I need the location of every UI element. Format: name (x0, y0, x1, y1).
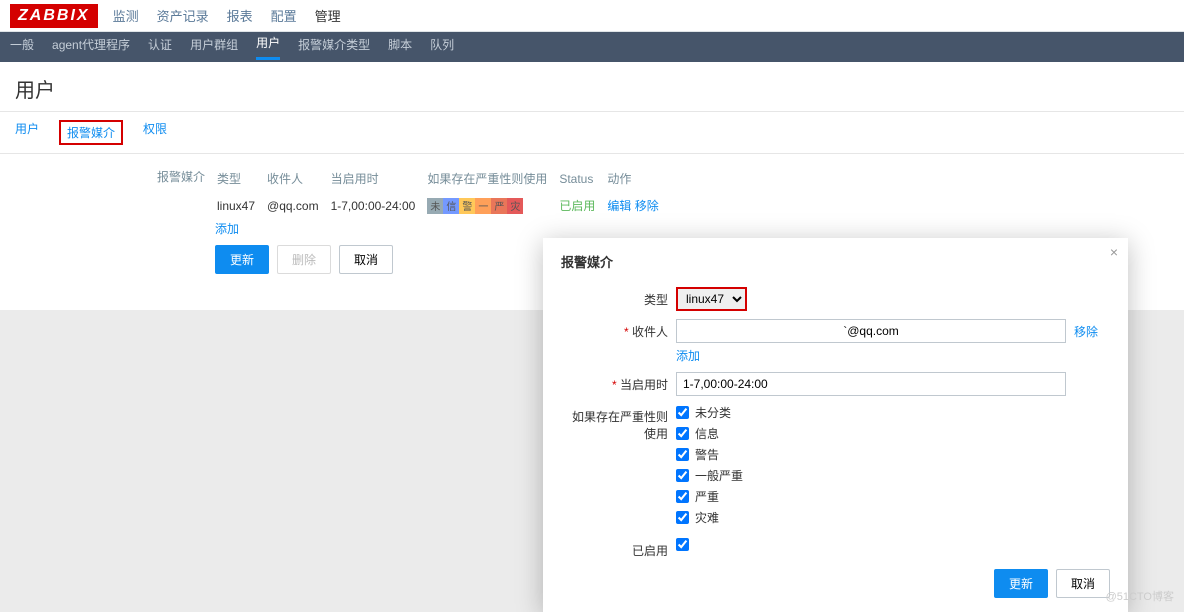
media-modal: × 报警媒介 类型 linux47 收件人 移除 添加 当启用时 如果存在严重性… (543, 238, 1128, 612)
table-header-row: 类型 收件人 当启用时 如果存在严重性则使用 Status 动作 (217, 166, 669, 191)
update-button[interactable]: 更新 (215, 245, 269, 274)
severity-checkbox[interactable] (676, 511, 689, 524)
sub-menu: 一般 agent代理程序 认证 用户群组 用户 报警媒介类型 脚本 队列 (0, 32, 1184, 62)
watermark: @51CTO博客 (1106, 588, 1174, 604)
media-table: 类型 收件人 当启用时 如果存在严重性则使用 Status 动作 linux47… (215, 164, 671, 220)
severity-block: 未 (427, 198, 443, 214)
th-when: 当启用时 (331, 166, 426, 191)
delete-button: 删除 (277, 245, 331, 274)
top-menu: 监测 资产记录 报表 配置 管理 (113, 6, 341, 25)
tabs-container: 用户 报警媒介 权限 (0, 112, 1184, 154)
topmenu-monitoring[interactable]: 监测 (113, 6, 139, 25)
severity-block: 警 (459, 198, 475, 214)
page-header: 用户 (0, 62, 1184, 112)
submenu-auth[interactable]: 认证 (148, 36, 172, 59)
th-type: 类型 (217, 166, 265, 191)
cell-severity: 未信警一严灾 (427, 193, 557, 218)
add-media-link[interactable]: 添加 (215, 222, 239, 236)
status-enabled: 已启用 (559, 199, 595, 213)
modal-type-label: 类型 (561, 287, 676, 308)
cell-type: linux47 (217, 193, 265, 218)
severity-block: 严 (491, 198, 507, 214)
media-section-label: 报警媒介 (15, 164, 215, 185)
close-icon[interactable]: × (1110, 244, 1118, 260)
severity-checkbox-row: 一般严重 (676, 467, 1110, 484)
tab-user[interactable]: 用户 (15, 120, 39, 145)
cell-actions: 编辑 移除 (607, 193, 668, 218)
th-severity: 如果存在严重性则使用 (427, 166, 557, 191)
submenu-scripts[interactable]: 脚本 (388, 36, 412, 59)
severity-checkbox[interactable] (676, 448, 689, 461)
modal-when-label: 当启用时 (561, 372, 676, 393)
page-title: 用户 (15, 74, 1169, 103)
severity-checkbox-row: 未分类 (676, 404, 1110, 421)
modal-remove-link[interactable]: 移除 (1074, 323, 1098, 340)
severity-block: 灾 (507, 198, 523, 214)
submenu-general[interactable]: 一般 (10, 36, 34, 59)
topmenu-admin[interactable]: 管理 (315, 6, 341, 25)
submenu-proxies[interactable]: agent代理程序 (52, 36, 130, 59)
th-recipient: 收件人 (267, 166, 329, 191)
submenu-mediatypes[interactable]: 报警媒介类型 (298, 36, 370, 59)
recipient-input[interactable] (676, 319, 1066, 343)
enabled-checkbox[interactable] (676, 538, 689, 551)
table-row: linux47 @qq.com 1-7,00:00-24:00 未信警一严灾 已… (217, 193, 669, 218)
th-action: 动作 (607, 166, 668, 191)
cell-recipient: @qq.com (267, 193, 329, 218)
modal-recipient-label: 收件人 (561, 319, 676, 340)
severity-block: 信 (443, 198, 459, 214)
modal-add-link[interactable]: 添加 (676, 347, 700, 364)
tab-permissions[interactable]: 权限 (143, 120, 167, 145)
tab-media[interactable]: 报警媒介 (59, 120, 123, 145)
topmenu-reports[interactable]: 报表 (227, 6, 253, 25)
submenu-usergroups[interactable]: 用户群组 (190, 36, 238, 59)
topmenu-inventory[interactable]: 资产记录 (157, 6, 209, 25)
remove-link[interactable]: 移除 (635, 199, 659, 213)
severity-checkbox[interactable] (676, 469, 689, 482)
type-select[interactable]: linux47 (676, 287, 747, 311)
modal-cancel-button[interactable]: 取消 (1056, 569, 1110, 598)
logo: ZABBIX (10, 4, 98, 28)
severity-checkbox-label: 严重 (695, 488, 719, 505)
severity-checkbox[interactable] (676, 427, 689, 440)
top-bar: ZABBIX 监测 资产记录 报表 配置 管理 (0, 0, 1184, 32)
severity-checkbox-label: 警告 (695, 446, 719, 463)
topmenu-config[interactable]: 配置 (271, 6, 297, 25)
severity-block: 一 (475, 198, 491, 214)
when-input[interactable] (676, 372, 1066, 396)
severity-checkbox[interactable] (676, 490, 689, 503)
submenu-users[interactable]: 用户 (256, 34, 280, 60)
modal-severity-label: 如果存在严重性则使用 (561, 404, 676, 442)
cell-status: 已启用 (559, 193, 605, 218)
severity-checkbox-label: 一般严重 (695, 467, 743, 484)
severity-checkbox-label: 灾难 (695, 509, 719, 526)
submenu-queue[interactable]: 队列 (430, 36, 454, 59)
modal-enabled-label: 已启用 (561, 538, 676, 559)
severity-checkbox-row: 警告 (676, 446, 1110, 463)
th-status: Status (559, 166, 605, 191)
cell-when: 1-7,00:00-24:00 (331, 193, 426, 218)
severity-checkbox-row: 信息 (676, 425, 1110, 442)
edit-link[interactable]: 编辑 (607, 199, 631, 213)
severity-checkbox-row: 严重 (676, 488, 1110, 505)
modal-update-button[interactable]: 更新 (994, 569, 1048, 598)
severity-checkbox[interactable] (676, 406, 689, 419)
severity-checkbox-label: 信息 (695, 425, 719, 442)
cancel-button[interactable]: 取消 (339, 245, 393, 274)
modal-title: 报警媒介 (561, 252, 1110, 271)
severity-checkbox-label: 未分类 (695, 404, 731, 421)
severity-checkbox-row: 灾难 (676, 509, 1110, 526)
